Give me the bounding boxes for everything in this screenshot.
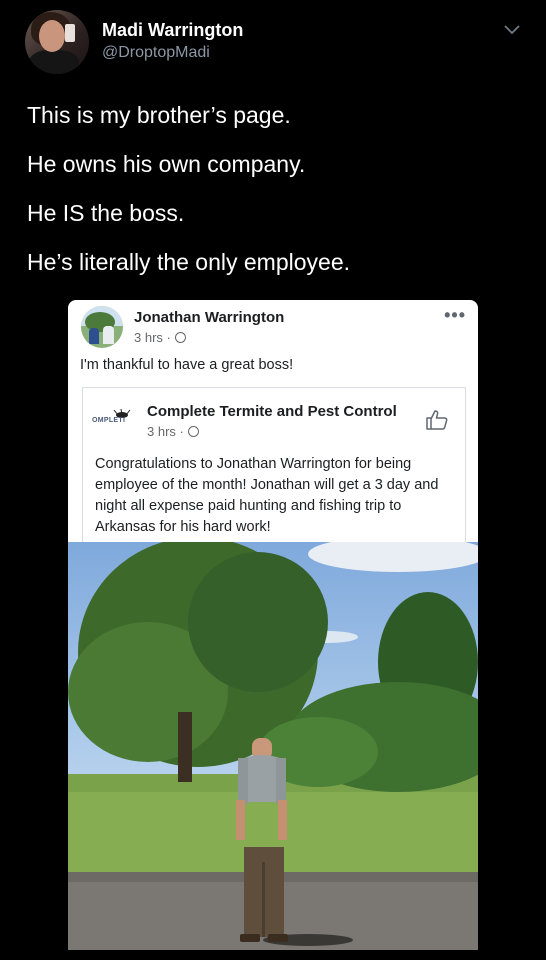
like-icon — [426, 410, 448, 430]
post-time: 3 hrs · — [134, 330, 171, 345]
page-logo-text: OMPLETI — [92, 417, 126, 424]
facebook-post-screenshot[interactable]: Jonathan Warrington 3 hrs · ••• I'm than… — [68, 300, 478, 950]
page-logo: OMPLETI — [92, 408, 138, 428]
tweet-line: He IS the boss. — [27, 200, 185, 226]
poster-name: Jonathan Warrington — [134, 309, 285, 326]
tweet-text: This is my brother’s page. He owns his o… — [27, 103, 517, 299]
author-name[interactable]: Madi Warrington — [102, 20, 243, 41]
globe-icon — [174, 332, 186, 343]
chevron-down-icon[interactable] — [503, 24, 521, 36]
more-options-icon: ••• — [444, 305, 466, 325]
author-avatar[interactable] — [25, 10, 89, 74]
page-post-time: 3 hrs · — [147, 424, 184, 439]
page-name: Complete Termite and Pest Control — [147, 403, 397, 420]
tweet-line: He owns his own company. — [27, 151, 306, 177]
poster-avatar — [81, 306, 123, 348]
author-handle[interactable]: @DroptopMadi — [102, 44, 210, 62]
tweet-header: Madi Warrington @DroptopMadi — [25, 10, 525, 74]
post-meta: 3 hrs · — [134, 330, 186, 345]
shared-post: OMPLETI Complete Termite and Pest Contro… — [82, 387, 466, 543]
employee-photo — [68, 542, 478, 950]
tweet-line: This is my brother’s page. — [27, 102, 291, 128]
page-meta: 3 hrs · — [147, 424, 199, 439]
globe-icon — [187, 426, 199, 437]
post-caption: I'm thankful to have a great boss! — [80, 357, 294, 373]
tweet-line: He’s literally the only employee. — [27, 249, 351, 275]
shared-post-body: Congratulations to Jonathan Warrington f… — [95, 456, 439, 535]
